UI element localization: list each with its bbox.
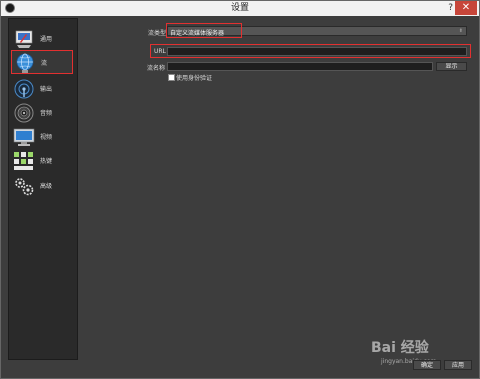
use-auth-label: 使用身份验证: [176, 75, 213, 82]
title-bar: 设置 ? ✕: [1, 1, 479, 16]
advanced-gears-icon: [15, 178, 34, 196]
general-icon: [15, 30, 33, 48]
sidebar-item-label: 视频: [40, 134, 53, 141]
close-button[interactable]: ✕: [455, 1, 477, 15]
sidebar-item-hotkeys[interactable]: 热键: [11, 149, 73, 173]
show-key-button[interactable]: 显示: [436, 62, 467, 71]
url-highlight: [150, 44, 471, 58]
audio-icon: [14, 103, 34, 123]
baidu-jingyan-watermark: Bai 经验: [371, 340, 429, 356]
sidebar-item-stream[interactable]: 流: [11, 50, 73, 74]
sidebar-item-label: 输出: [40, 86, 53, 93]
sidebar-item-label: 高级: [40, 183, 53, 190]
sidebar-item-general[interactable]: 通用: [11, 27, 73, 51]
stream-globe-icon: [16, 53, 34, 73]
sidebar-item-label: 流: [41, 60, 48, 67]
apply-button[interactable]: 应用: [444, 360, 472, 370]
sidebar-item-audio[interactable]: 音频: [11, 101, 73, 125]
sidebar-item-label: 热键: [40, 158, 53, 165]
stream-type-label: 流类型: [148, 30, 167, 37]
use-auth-checkbox[interactable]: [168, 74, 175, 81]
window-title: 设置: [230, 3, 249, 13]
sidebar-item-label: 音频: [40, 110, 53, 117]
sidebar-item-video[interactable]: 视频: [11, 125, 73, 149]
sidebar-item-label: 通用: [40, 36, 53, 43]
sidebar-item-advanced[interactable]: 高级: [11, 174, 73, 198]
settings-window: 设置 ? ✕ 通用 流 输出 音频 视频 热键 高级 流类型 自定义流媒体服务器…: [0, 0, 480, 379]
stream-key-label: 流名称: [147, 65, 166, 72]
ok-button[interactable]: 确定: [413, 360, 441, 370]
help-button[interactable]: ?: [448, 2, 453, 15]
hotkeys-icon: [14, 152, 33, 170]
settings-sidebar: 通用 流 输出 音频 视频 热键 高级: [8, 18, 78, 360]
sidebar-item-output[interactable]: 输出: [11, 77, 73, 101]
output-icon: [14, 79, 34, 99]
chevron-updown-icon: ⬍: [458, 28, 463, 34]
video-icon: [13, 128, 35, 146]
stream-type-highlight: [166, 23, 242, 38]
stream-key-input[interactable]: [167, 62, 433, 71]
